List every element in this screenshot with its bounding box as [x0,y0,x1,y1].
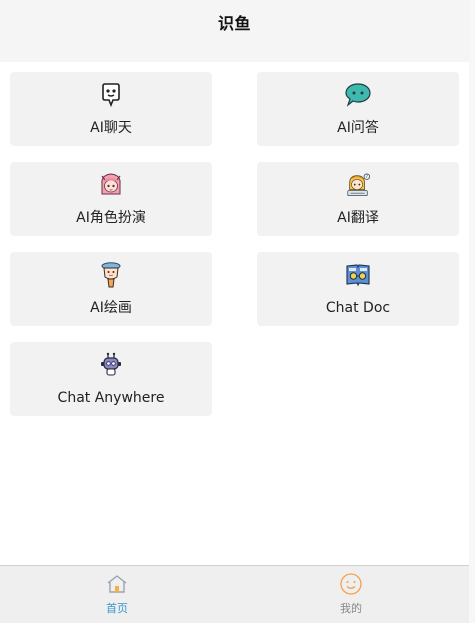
feature-card-chat-anywhere[interactable]: Chat Anywhere [10,342,212,416]
speech-bubble-icon [345,82,371,108]
tab-mine[interactable]: 我的 [321,572,381,616]
feature-label: AI角色扮演 [76,210,146,226]
feature-label: AI聊天 [90,120,132,136]
bottom-tab-bar: 首页 我的 [0,565,469,623]
feature-card-chat-doc[interactable]: Chat Doc [257,252,459,326]
page-title: 识鱼 [217,14,251,33]
tab-label: 我的 [340,602,362,615]
home-icon [105,572,129,596]
feature-label: AI问答 [337,120,379,136]
chat-bot-face-icon [98,82,124,108]
svg-text:?: ? [366,174,368,179]
smiley-face-icon [339,572,363,596]
top-header: 识鱼 [0,0,469,62]
translator-girl-icon: ? [345,172,371,198]
open-book-glasses-icon [345,262,371,288]
feature-card-ai-chat[interactable]: AI聊天 [10,72,212,146]
feature-card-ai-roleplay[interactable]: AI角色扮演 [10,162,212,236]
feature-label: Chat Anywhere [57,390,165,406]
feature-card-ai-translate[interactable]: ? AI翻译 [257,162,459,236]
app-root: 识鱼 AI聊天 AI问答 AI角色扮演 ? AI翻译 AI绘画 Chat Doc… [0,0,475,623]
feature-label: AI绘画 [90,300,132,316]
painter-character-icon [98,262,124,288]
anime-girl-avatar-icon [98,172,124,198]
feature-card-ai-painting[interactable]: AI绘画 [10,252,212,326]
tab-home[interactable]: 首页 [87,572,147,616]
feature-label: AI翻译 [337,210,379,226]
feature-label: Chat Doc [325,300,391,316]
feature-card-ai-qa[interactable]: AI问答 [257,72,459,146]
tab-label: 首页 [106,602,128,615]
scrollbar-track [469,0,475,623]
robot-icon [98,352,124,378]
